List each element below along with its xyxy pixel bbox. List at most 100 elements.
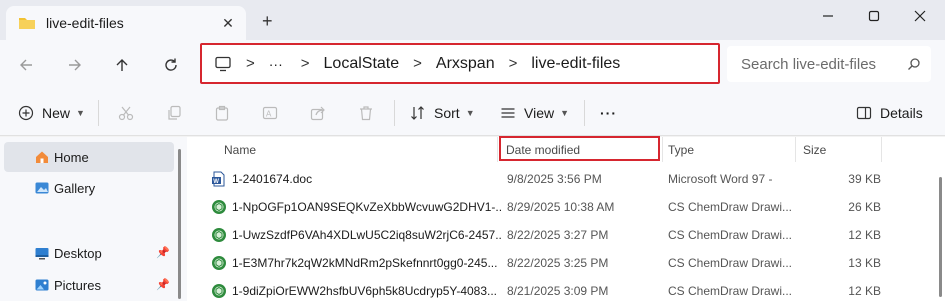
pin-icon[interactable]: 📌 xyxy=(156,246,170,259)
file-row[interactable]: 1-E3M7hr7k2qW2kMNdRm2pSkefnnrt0gg0-245..… xyxy=(207,250,907,276)
sort-button[interactable]: Sort ▼ xyxy=(410,102,475,124)
chemdraw-icon xyxy=(212,256,226,270)
file-size: 39 KB xyxy=(848,172,881,186)
close-window-button[interactable] xyxy=(897,4,943,28)
column-divider[interactable] xyxy=(662,137,663,162)
folder-icon xyxy=(19,18,35,29)
file-row[interactable]: 1-NpOGFp1OAN9SEQKvZeXbbWcvuwG2DHV1-... 8… xyxy=(207,194,907,220)
address-row: > ··· > LocalState > Arxspan > live-edit… xyxy=(0,40,945,90)
file-date: 9/8/2025 3:56 PM xyxy=(507,172,602,186)
file-size: 13 KB xyxy=(848,256,881,270)
file-type: CS ChemDraw Drawi... xyxy=(668,256,793,270)
details-pane-button[interactable]: Details xyxy=(856,102,923,124)
file-name: 1-2401674.doc xyxy=(232,172,313,186)
chemdraw-icon xyxy=(212,200,226,214)
copy-icon xyxy=(168,105,181,120)
file-row[interactable]: 1-9diZpiOrEWW2hsfbUV6ph5k8Ucdryp5Y-4083.… xyxy=(207,278,907,301)
delete-button[interactable] xyxy=(356,103,376,123)
view-icon xyxy=(501,108,515,118)
breadcrumb-overflow[interactable]: ··· xyxy=(269,56,283,72)
copy-button[interactable] xyxy=(164,103,184,123)
file-size: 12 KB xyxy=(848,228,881,242)
chemdraw-icon xyxy=(212,284,226,298)
file-type: Microsoft Word 97 - xyxy=(668,172,773,186)
new-label: New xyxy=(42,105,71,121)
file-row[interactable]: W 1-2401674.doc 9/8/2025 3:56 PM Microso… xyxy=(207,166,907,192)
file-date: 8/29/2025 10:38 AM xyxy=(507,200,615,214)
view-button[interactable]: View ▼ xyxy=(500,102,569,124)
search-box[interactable]: Search live-edit-files xyxy=(727,46,931,82)
title-bar: live-edit-files ✕ + xyxy=(0,0,945,40)
breadcrumb-separator[interactable]: > xyxy=(413,55,422,72)
cut-button[interactable] xyxy=(116,103,136,123)
paste-button[interactable] xyxy=(212,103,232,123)
new-tab-button[interactable]: + xyxy=(262,12,273,30)
sidebar-item-pictures[interactable]: Pictures 📌 xyxy=(4,270,174,300)
file-type: CS ChemDraw Drawi... xyxy=(668,200,793,214)
highlight-box xyxy=(499,136,660,161)
new-button[interactable]: New ▼ xyxy=(18,102,85,124)
sidebar-item-label: Home xyxy=(54,149,89,165)
divider xyxy=(394,100,395,126)
gallery-icon xyxy=(35,182,49,194)
share-button[interactable] xyxy=(308,103,328,123)
column-header-type[interactable]: Type xyxy=(668,137,694,162)
minimize-button[interactable] xyxy=(805,4,851,28)
pictures-icon xyxy=(35,279,49,291)
column-header-size[interactable]: Size xyxy=(803,137,826,162)
search-icon xyxy=(908,58,920,70)
maximize-button[interactable] xyxy=(851,4,897,28)
details-pane-icon xyxy=(856,106,872,120)
tab-title: live-edit-files xyxy=(46,15,124,31)
file-row[interactable]: 1-UwzSzdfP6VAh4XDLwU5C2iq8suW2rjC6-2457.… xyxy=(207,222,907,248)
rename-icon: A xyxy=(262,106,278,120)
file-type: CS ChemDraw Drawi... xyxy=(668,284,793,298)
breadcrumb-arxspan[interactable]: Arxspan xyxy=(436,55,495,73)
column-divider[interactable] xyxy=(795,137,796,162)
file-type: CS ChemDraw Drawi... xyxy=(668,228,793,242)
close-icon xyxy=(914,10,926,22)
svg-text:A: A xyxy=(266,110,272,119)
pin-icon[interactable]: 📌 xyxy=(156,278,170,291)
sidebar-item-desktop[interactable]: Desktop 📌 xyxy=(4,238,174,268)
refresh-button[interactable] xyxy=(159,53,183,77)
maximize-icon xyxy=(868,10,880,22)
paste-icon xyxy=(215,105,229,121)
file-list-scrollbar[interactable] xyxy=(939,177,942,297)
tab-live-edit-files[interactable]: live-edit-files ✕ xyxy=(6,6,246,40)
file-date: 8/22/2025 3:27 PM xyxy=(507,228,609,242)
navigation-pane: Home Gallery Desktop 📌 Pictures 📌 xyxy=(0,137,187,301)
file-name: 1-9diZpiOrEWW2hsfbUV6ph5k8Ucdryp5Y-4083.… xyxy=(232,284,498,298)
sidebar-item-home[interactable]: Home xyxy=(4,142,174,172)
address-bar[interactable]: > ··· > LocalState > Arxspan > live-edit… xyxy=(200,43,720,84)
forward-button[interactable] xyxy=(63,53,87,77)
computer-icon xyxy=(215,56,231,71)
breadcrumb-live-edit-files[interactable]: live-edit-files xyxy=(531,55,620,73)
breadcrumb-localstate[interactable]: LocalState xyxy=(324,55,400,73)
up-button[interactable] xyxy=(110,53,134,77)
column-header-name[interactable]: Name xyxy=(224,137,256,162)
file-date: 8/22/2025 3:25 PM xyxy=(507,256,609,270)
breadcrumb-separator[interactable]: > xyxy=(509,55,518,72)
more-options-button[interactable]: ··· xyxy=(600,102,617,124)
desktop-icon xyxy=(35,248,49,260)
column-divider[interactable] xyxy=(881,137,882,162)
arrow-up-icon xyxy=(116,59,128,71)
breadcrumb-separator[interactable]: > xyxy=(301,55,310,72)
breadcrumb-separator[interactable]: > xyxy=(246,55,255,72)
file-name: 1-UwzSzdfP6VAh4XDLwU5C2iq8suW2rjC6-2457.… xyxy=(232,228,502,242)
back-button[interactable] xyxy=(14,53,38,77)
sidebar-item-gallery[interactable]: Gallery xyxy=(4,173,174,203)
divider xyxy=(98,100,99,126)
rename-button[interactable]: A xyxy=(260,103,280,123)
file-name: 1-NpOGFp1OAN9SEQKvZeXbbWcvuwG2DHV1-... xyxy=(232,200,502,214)
sidebar-item-label: Pictures xyxy=(54,277,101,293)
sidebar-item-label: Desktop xyxy=(54,245,102,261)
tab-close-icon[interactable]: ✕ xyxy=(220,15,236,31)
chevron-down-icon: ▼ xyxy=(465,108,475,118)
home-icon xyxy=(36,151,48,163)
divider xyxy=(584,100,585,126)
sidebar-scrollbar[interactable] xyxy=(178,149,181,299)
column-divider[interactable] xyxy=(497,137,498,162)
file-size: 12 KB xyxy=(848,284,881,298)
